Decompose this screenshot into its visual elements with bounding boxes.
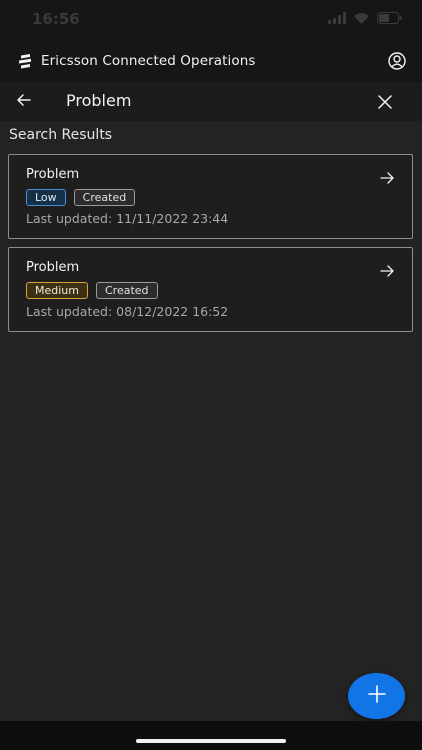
search-results-heading: Search Results: [9, 127, 113, 143]
last-updated: Last updated: 08/12/2022 16:52: [26, 304, 229, 319]
badges: Low Created: [26, 189, 136, 206]
arrow-left-icon[interactable]: [16, 92, 32, 112]
result-card[interactable]: Problem Medium Created Last updated: 08/…: [8, 247, 413, 332]
arrow-right-icon[interactable]: [380, 169, 394, 188]
brand-name: Ericsson Connected Operations: [41, 53, 256, 69]
ericsson-logo-icon: [18, 54, 32, 73]
last-updated: Last updated: 11/11/2022 23:44: [26, 211, 229, 226]
page-title: Problem: [66, 91, 132, 110]
status-time: 16:56: [32, 10, 80, 28]
arrow-right-icon[interactable]: [380, 262, 394, 281]
status-badge: Created: [73, 189, 136, 206]
add-button[interactable]: [348, 673, 405, 719]
priority-badge: Low: [26, 189, 66, 206]
card-title: Problem: [26, 260, 80, 275]
badges: Medium Created: [26, 282, 158, 299]
page-header: Problem: [0, 82, 422, 121]
home-indicator[interactable]: [136, 739, 286, 743]
status-icons: [328, 12, 402, 24]
wifi-icon: [354, 12, 369, 24]
battery-icon: [377, 12, 402, 24]
results-list: Problem Low Created Last updated: 11/11/…: [8, 154, 414, 340]
card-title: Problem: [26, 167, 80, 182]
status-bar: 16:56: [0, 0, 422, 42]
bottom-bar: [0, 721, 422, 750]
app-bar: Ericsson Connected Operations: [0, 42, 422, 82]
user-circle-icon[interactable]: [388, 52, 406, 74]
status-badge: Created: [95, 282, 158, 299]
plus-icon: [367, 685, 386, 707]
signal-icon: [328, 12, 346, 24]
result-card[interactable]: Problem Low Created Last updated: 11/11/…: [8, 154, 413, 239]
close-icon[interactable]: [378, 94, 392, 113]
priority-badge: Medium: [26, 282, 88, 299]
